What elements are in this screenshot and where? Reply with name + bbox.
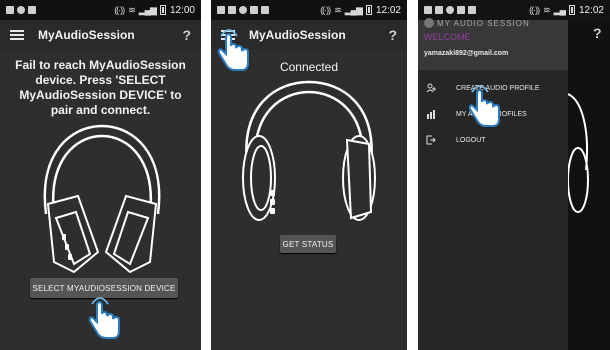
- signal-icon: ▂▄▆: [138, 4, 157, 15]
- vibrate-icon: ((·)): [320, 5, 331, 15]
- get-status-button[interactable]: GET STATUS: [280, 235, 336, 253]
- menu-icon[interactable]: [10, 30, 24, 40]
- headphones-image: [568, 93, 589, 213]
- screen-navigation-drawer: ? ((·)) ≋ ▂▄ 12:02 MY AUDIO SESSION WELC…: [418, 0, 610, 350]
- notification-icon: [228, 6, 236, 14]
- screen-not-connected: ((·)) ≋ ▂▄▆ 12:00 MyAudioSession ? Fail …: [0, 0, 201, 350]
- help-button[interactable]: ?: [593, 25, 602, 41]
- tap-hand-icon: [88, 297, 120, 339]
- signal-icon: ▂▄: [553, 4, 566, 15]
- signal-icon: ▂▄▆: [344, 4, 363, 15]
- clock: 12:00: [169, 4, 195, 16]
- dimmed-content[interactable]: [568, 20, 610, 350]
- connection-status: Connected: [279, 60, 339, 74]
- menu-item-logout[interactable]: LOGOUT: [418, 129, 568, 151]
- vibrate-icon: ((·)): [114, 5, 125, 15]
- navigation-drawer: MY AUDIO SESSION WELCOME yamazaki892@gma…: [418, 18, 568, 350]
- notification-icon: [239, 6, 247, 14]
- drawer-header: MY AUDIO SESSION WELCOME yamazaki892@gma…: [418, 18, 568, 70]
- app-title: MyAudioSession: [249, 28, 346, 42]
- welcome-label: WELCOME: [424, 32, 471, 42]
- battery-icon: [568, 5, 575, 15]
- notification-icon: [217, 6, 225, 14]
- vibrate-icon: ((·)): [529, 5, 540, 15]
- status-bar: ((·)) ≋ ▂▄▆ 12:02: [211, 0, 407, 20]
- menu-item-label: LOGOUT: [456, 136, 486, 144]
- app-logo: MY AUDIO SESSION: [424, 18, 530, 28]
- app-title: MyAudioSession: [38, 28, 135, 42]
- wifi-icon: ≋: [334, 4, 341, 15]
- notification-icon: [6, 6, 14, 14]
- notification-icon: [446, 6, 454, 14]
- battery-icon: [365, 5, 372, 15]
- wifi-icon: ≋: [543, 4, 550, 15]
- shield-icon: [250, 6, 258, 14]
- headphones-image: [242, 80, 376, 221]
- connection-error-message: Fail to reach MyAudioSession device. Pre…: [15, 58, 186, 117]
- notification-icon: [17, 6, 25, 14]
- shield-icon: [457, 6, 465, 14]
- shield-icon: [28, 6, 36, 14]
- logo-text: MY AUDIO SESSION: [437, 18, 530, 28]
- notification-icon: [435, 6, 443, 14]
- status-bar: ((·)) ≋ ▂▄ 12:02: [418, 0, 610, 20]
- clock: 12:02: [578, 4, 604, 16]
- bars-icon: [426, 109, 436, 119]
- status-bar: ((·)) ≋ ▂▄▆ 12:00: [0, 0, 201, 20]
- tap-hand-icon: [468, 85, 500, 127]
- headphones-image: [43, 124, 161, 274]
- wifi-icon: ≋: [128, 4, 135, 15]
- app-bar: MyAudioSession ?: [0, 20, 201, 50]
- notification-icon: [468, 6, 476, 14]
- help-button[interactable]: ?: [388, 27, 397, 43]
- help-button[interactable]: ?: [182, 27, 191, 43]
- add-profile-icon: [426, 83, 436, 93]
- battery-icon: [159, 5, 166, 15]
- user-email: yamazaki892@gmail.com: [424, 50, 509, 57]
- clock: 12:02: [375, 4, 401, 16]
- logo-icon: [424, 18, 434, 28]
- notification-icon: [424, 6, 432, 14]
- notification-icon: [261, 6, 269, 14]
- screen-connected: ((·)) ≋ ▂▄▆ 12:02 MyAudioSession ? Conne…: [211, 0, 407, 350]
- logout-icon: [426, 135, 436, 145]
